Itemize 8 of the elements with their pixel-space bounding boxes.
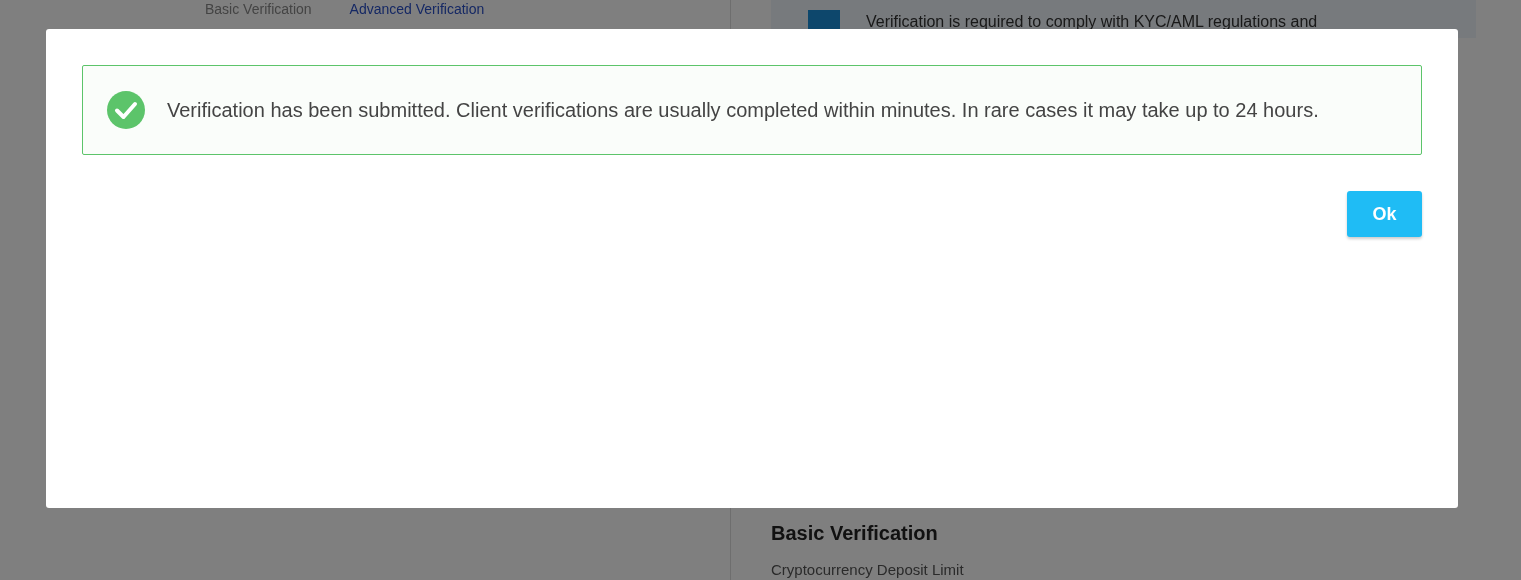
info-text: Verification is required to comply with KYC/AML regulations and	[866, 13, 1318, 31]
section-heading: Basic Verification	[771, 522, 939, 545]
check-circle-icon	[107, 91, 145, 129]
verification-tab[interactable]: Advanced Verification	[349, 1, 485, 17]
alert-message: Verification has been submitted. Client verifications are usually completed within minutes. In rare cases it may take up to 24 hours.	[167, 98, 1319, 122]
verification-tab[interactable]: Basic Verification	[205, 1, 312, 17]
ok-button[interactable]: Ok	[1347, 191, 1422, 237]
limit-label: Cryptocurrency Deposit Limit	[771, 561, 965, 578]
